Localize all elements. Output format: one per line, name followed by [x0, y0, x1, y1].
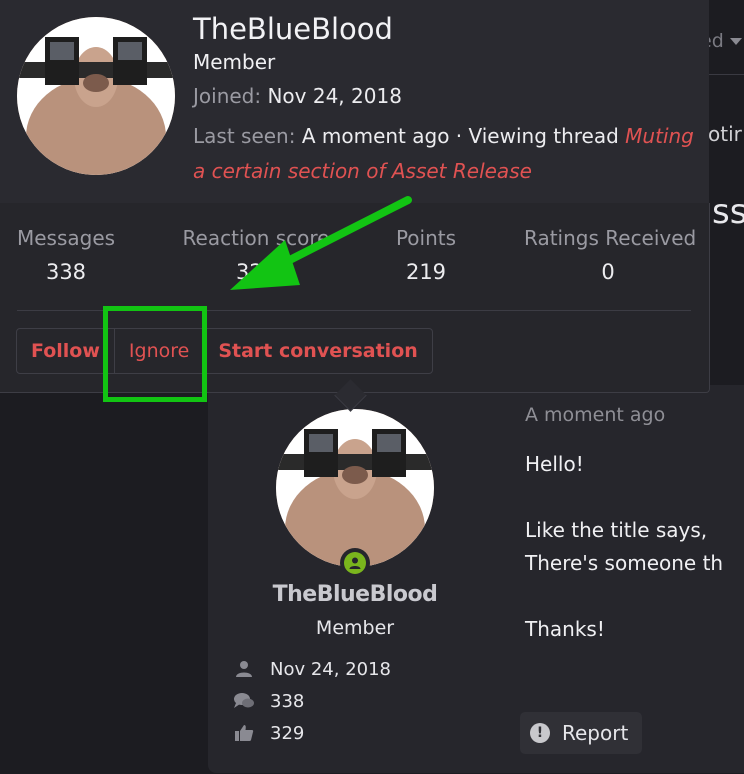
background-text-1: otir	[708, 122, 742, 146]
stat-value[interactable]: 0	[524, 260, 692, 284]
tooltip-joined: Joined: Nov 24, 2018	[193, 84, 402, 108]
tooltip-avatar[interactable]	[17, 17, 175, 175]
post-body: Hello! Like the title says, There's some…	[525, 452, 724, 641]
stat-value[interactable]: 329	[182, 260, 330, 284]
avatar-image	[17, 17, 175, 175]
post-messages-count: 338	[270, 690, 305, 712]
report-button[interactable]: ! Report	[520, 712, 642, 754]
tooltip-last-seen: Last seen: A moment ago · Viewing thread…	[193, 119, 698, 189]
stat-label: Messages	[17, 226, 116, 250]
post-avatar[interactable]	[276, 409, 434, 567]
post-username[interactable]: TheBlueBlood	[230, 582, 480, 607]
avatar-image	[276, 409, 434, 567]
post-reactions-count: 329	[270, 722, 305, 744]
stat-label: Reaction score	[182, 226, 330, 250]
user-icon	[232, 657, 256, 681]
stat-ratings-received: Ratings Received 0	[524, 226, 697, 284]
stat-label: Points	[395, 226, 457, 250]
tooltip-username[interactable]: TheBlueBlood	[193, 12, 393, 46]
comments-icon	[232, 689, 256, 713]
stat-reaction-score: Reaction score 329	[182, 226, 330, 284]
tooltip-action-buttons: Follow Ignore Start conversation	[16, 328, 433, 374]
thumbs-up-icon	[232, 721, 256, 745]
post-joined-date: Nov 24, 2018	[270, 658, 392, 680]
chevron-down-icon	[729, 38, 742, 45]
post-timestamp[interactable]: A moment ago	[525, 404, 665, 426]
online-status-badge	[340, 548, 370, 578]
last-seen-value: A moment ago · Viewing thread	[301, 124, 619, 148]
stat-messages: Messages 338	[17, 226, 115, 284]
background-thread-title: sse	[712, 192, 744, 232]
post-reactions-row: 329	[232, 721, 304, 745]
tooltip-user-role: Member	[193, 50, 276, 74]
start-conversation-button[interactable]: Start conversation	[204, 329, 431, 373]
last-seen-label: Last seen:	[193, 124, 296, 148]
follow-button[interactable]: Follow	[17, 329, 115, 373]
user-icon	[349, 557, 361, 569]
joined-label: Joined:	[193, 84, 262, 108]
post-messages-row: 338	[232, 689, 304, 713]
stat-value[interactable]: 338	[17, 260, 115, 284]
stat-value[interactable]: 219	[391, 260, 461, 284]
exclamation-icon: !	[530, 723, 550, 743]
joined-value: Nov 24, 2018	[267, 84, 402, 108]
stat-points: Points 219	[391, 226, 461, 284]
stat-label: Ratings Received	[524, 226, 697, 250]
post-joined-row: Nov 24, 2018	[232, 657, 391, 681]
page: ed otir sse TheBlueBlood Member	[0, 0, 744, 774]
background-divider	[709, 74, 744, 75]
highlight-box	[103, 306, 207, 402]
post-user-role: Member	[315, 617, 395, 639]
report-label: Report	[562, 721, 629, 745]
